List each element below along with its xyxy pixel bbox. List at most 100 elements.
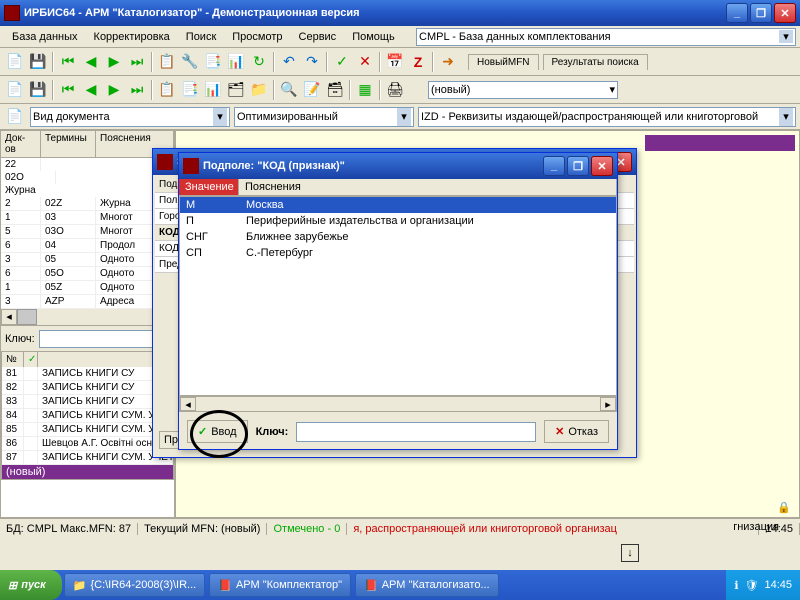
mfn-select[interactable]: (новый) ▾	[428, 81, 618, 99]
record-row[interactable]: 84ЗАПИСЬ КНИГИ СУМ. УЧЕТА (ч.1 - поступл…	[2, 409, 173, 423]
h-scrollbar[interactable]: ◂ ▸	[1, 309, 174, 325]
menu-database[interactable]: База данных	[4, 29, 86, 45]
menu-help[interactable]: Помощь	[344, 29, 403, 45]
code-row[interactable]: СНГБлижнее зарубежье	[180, 229, 616, 245]
t7-icon[interactable]: 📝	[301, 79, 323, 101]
menu-view[interactable]: Просмотр	[224, 29, 290, 45]
term-row[interactable]: 305Одното	[1, 253, 174, 267]
next2-icon[interactable]: ▶	[103, 79, 125, 101]
next-icon[interactable]: ▶	[103, 51, 125, 73]
copy-icon[interactable]: 📋	[156, 51, 178, 73]
window-titlebar: ИРБИС64 - АРМ "Каталогизатор" - Демонстр…	[0, 0, 800, 26]
col-explanation[interactable]: Пояснения	[239, 179, 617, 195]
menu-service[interactable]: Сервис	[291, 29, 345, 45]
cancel-button[interactable]: ✕ Отказ	[544, 420, 609, 443]
dialog-icon	[157, 154, 173, 170]
d2-key-input[interactable]	[296, 422, 536, 442]
t3-icon[interactable]: 📊	[202, 79, 224, 101]
term-row[interactable]: 2202OЖурна	[1, 158, 174, 197]
record-row[interactable]: 82ЗАПИСЬ КНИГИ СУ	[2, 381, 173, 395]
izd-select[interactable]: IZD - Реквизиты издающей/распространяюще…	[418, 107, 796, 127]
term-row[interactable]: 605OОдното	[1, 267, 174, 281]
col-terms[interactable]: Термины	[41, 131, 96, 157]
refresh-icon[interactable]: ↻	[248, 51, 270, 73]
start-button[interactable]: ⊞ пуск	[0, 570, 62, 600]
status-current: Текущий MFN: (новый)	[138, 523, 267, 535]
t1-icon[interactable]: 📋	[156, 79, 178, 101]
t4-icon[interactable]: 🗂	[225, 79, 247, 101]
term-row[interactable]: 604Продол	[1, 239, 174, 253]
d2-close-button[interactable]: ✕	[591, 156, 613, 176]
term-row[interactable]: 503OМногот	[1, 225, 174, 239]
tool-icon[interactable]: 🔧	[179, 51, 201, 73]
close-button[interactable]: ✕	[774, 3, 796, 23]
system-tray[interactable]: ℹ 🛡 14:45	[726, 570, 800, 600]
subfield-list[interactable]: ММоскваППериферийные издательства и орга…	[179, 196, 617, 396]
term-row[interactable]: 105ZОдното	[1, 281, 174, 295]
taskbar-item-2[interactable]: 📕АРМ "Комплектатор"	[209, 573, 351, 597]
t6-icon[interactable]: 🔍	[278, 79, 300, 101]
code-row[interactable]: ММосква	[180, 197, 616, 213]
tab-results[interactable]: Результаты поиска	[543, 54, 648, 70]
term-row[interactable]: 202ZЖурна	[1, 197, 174, 211]
undo-icon[interactable]: ↶	[278, 51, 300, 73]
tool3-icon[interactable]: 📊	[225, 51, 247, 73]
record-row[interactable]: 85ЗАПИСЬ КНИГИ СУМ. УЧЕТА (ч.2 - выбытие…	[2, 423, 173, 437]
tray-icon: 🛡	[745, 579, 759, 592]
check-icon[interactable]: ✓	[331, 51, 353, 73]
filter-icon[interactable]: 📄	[4, 106, 26, 128]
col-n[interactable]: №	[2, 352, 24, 367]
new-record-row[interactable]: (новый)	[2, 465, 173, 479]
dropdown-arrow-icon: ▾	[609, 83, 615, 96]
col-check[interactable]: ✓	[24, 352, 38, 367]
calendar-icon[interactable]: 📅	[384, 51, 406, 73]
down-arrow2-button[interactable]: ↓	[621, 544, 639, 562]
last2-icon[interactable]: ⏭	[126, 79, 148, 101]
prev2-icon[interactable]: ◀	[80, 79, 102, 101]
taskbar-item-3[interactable]: 📕АРМ "Каталогизато...	[355, 573, 499, 597]
record-row[interactable]: 87ЗАПИСЬ КНИГИ СУМ. УЧЕТА (ч.1 - поступл…	[2, 451, 173, 465]
term-row[interactable]: 103Многот	[1, 211, 174, 225]
last-icon[interactable]: ⏭	[126, 51, 148, 73]
print-icon[interactable]: 🖨	[384, 79, 406, 101]
save2-icon[interactable]: 💾	[27, 79, 49, 101]
menu-correction[interactable]: Корректировка	[86, 29, 178, 45]
code-row[interactable]: ППериферийные издательства и организации	[180, 213, 616, 229]
enter-button[interactable]: ✓ Ввод	[187, 420, 248, 443]
d2-max-button[interactable]: ❐	[567, 156, 589, 176]
t8-icon[interactable]: 🗃	[324, 79, 346, 101]
record-row[interactable]: 86Шевцов А.Г. Освітні основи реабілітоло…	[2, 437, 173, 451]
view-type-select[interactable]: Вид документа▾	[30, 107, 230, 127]
window-title: ИРБИС64 - АРМ "Каталогизатор" - Демонстр…	[24, 7, 726, 19]
d2-h-scrollbar[interactable]: ◂▸	[179, 396, 617, 412]
taskbar-item-1[interactable]: 📁{C:\IR64-2008(3)\IR...	[64, 573, 205, 597]
org-text: гнизация	[733, 521, 779, 533]
col-docs[interactable]: Док-ов	[1, 131, 41, 157]
excel-icon[interactable]: ▦	[354, 79, 376, 101]
save-icon[interactable]: 💾	[27, 51, 49, 73]
record-row[interactable]: 81ЗАПИСЬ КНИГИ СУ	[2, 367, 173, 381]
col-value[interactable]: Значение	[179, 179, 239, 195]
new-icon[interactable]: 📄	[4, 51, 26, 73]
first2-icon[interactable]: ⏮	[57, 79, 79, 101]
record-row[interactable]: 83ЗАПИСЬ КНИГИ СУ	[2, 395, 173, 409]
database-select[interactable]: CMPL - База данных комплектования ▾	[416, 28, 796, 46]
minimize-button[interactable]: _	[726, 3, 748, 23]
t5-icon[interactable]: 📁	[248, 79, 270, 101]
first-icon[interactable]: ⏮	[57, 51, 79, 73]
tab-new-mfn[interactable]: НовыйMFN	[468, 54, 539, 70]
delete-icon[interactable]: ✕	[354, 51, 376, 73]
d2-min-button[interactable]: _	[543, 156, 565, 176]
new2-icon[interactable]: 📄	[4, 79, 26, 101]
redo-icon[interactable]: ↷	[301, 51, 323, 73]
arrow-icon[interactable]: ➜	[437, 51, 459, 73]
term-row[interactable]: 3AZPАдреса	[1, 295, 174, 309]
optimization-select[interactable]: Оптимизированный▾	[234, 107, 414, 127]
menu-search[interactable]: Поиск	[178, 29, 224, 45]
prev-icon[interactable]: ◀	[80, 51, 102, 73]
z-icon[interactable]: Z	[407, 51, 429, 73]
t2-icon[interactable]: 📑	[179, 79, 201, 101]
code-row[interactable]: СПС.-Петербург	[180, 245, 616, 261]
maximize-button[interactable]: ❐	[750, 3, 772, 23]
tool2-icon[interactable]: 📑	[202, 51, 224, 73]
